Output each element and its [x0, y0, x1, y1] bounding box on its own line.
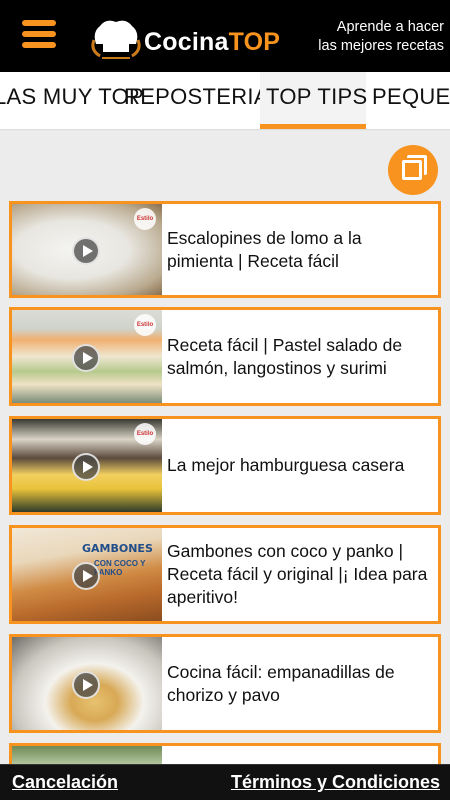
chef-hat-icon	[91, 20, 141, 59]
list-item[interactable]: Estilo La mejor hamburguesa casera	[9, 416, 441, 515]
recipe-title: Cocina fácil: empanadillas de chorizo y …	[167, 661, 395, 705]
play-icon	[72, 344, 100, 372]
recipe-title: Receta fácil | Pastel salado de salmón, …	[167, 334, 403, 378]
video-thumbnail	[12, 746, 162, 764]
play-icon	[72, 453, 100, 481]
play-icon	[72, 562, 100, 590]
thumbnail-overlay-subtitle: CON COCO Y PANKO	[94, 559, 146, 577]
cocinatop-logo: CocinaTOP	[88, 14, 298, 60]
thumbnail-overlay-title: GAMBONES	[82, 542, 153, 555]
list-item[interactable]: Estilo Escalopines de lomo a la pimienta…	[9, 201, 441, 298]
view-toggle-icon[interactable]	[388, 145, 438, 195]
tab-reposteria[interactable]: REPOSTERIA	[124, 72, 269, 129]
estilo-badge: Estilo	[134, 208, 156, 230]
video-thumbnail: GAMBONES CON COCO Y PANKO	[12, 528, 162, 621]
recipe-title: Escalopines de lomo a la pimienta | Rece…	[167, 227, 362, 271]
list-item[interactable]: Cocina fácil: empanadillas de chorizo y …	[9, 634, 441, 733]
list-item[interactable]: Estilo Receta fácil | Pastel salado de s…	[9, 307, 441, 406]
recipe-title: La mejor hamburguesa casera	[167, 455, 405, 475]
recipe-title: Gambones con coco y panko | Receta fácil…	[167, 541, 428, 607]
category-tabs: LAS MUY TOP REPOSTERIA TOP TIPS PEQUEÑOS	[0, 72, 450, 130]
logo-text: CocinaTOP	[144, 28, 281, 56]
video-thumbnail: Estilo	[12, 419, 162, 512]
tab-top-tips[interactable]: TOP TIPS	[260, 72, 367, 129]
app-header: CocinaTOP Aprende a hacer las mejores re…	[0, 0, 450, 72]
hamburger-menu-icon[interactable]	[22, 20, 56, 52]
list-item[interactable]	[9, 743, 441, 764]
list-item[interactable]: GAMBONES CON COCO Y PANKO Gambones con c…	[9, 525, 441, 624]
video-thumbnail	[12, 637, 162, 730]
video-thumbnail: Estilo	[12, 204, 162, 295]
recipe-list: Estilo Escalopines de lomo a la pimienta…	[0, 131, 450, 764]
terms-link[interactable]: Términos y Condiciones	[231, 772, 440, 793]
header-tagline: Aprende a hacer las mejores recetas	[318, 19, 444, 54]
play-icon	[72, 237, 100, 265]
cancelacion-link[interactable]: Cancelación	[12, 772, 118, 793]
estilo-badge: Estilo	[134, 423, 156, 445]
video-thumbnail: Estilo	[12, 310, 162, 403]
estilo-badge: Estilo	[134, 314, 156, 336]
tab-las-muy-top[interactable]: LAS MUY TOP	[0, 72, 144, 129]
app-footer: Cancelación Términos y Condiciones	[0, 764, 450, 800]
tab-pequenos[interactable]: PEQUEÑOS	[372, 72, 450, 129]
play-icon	[72, 671, 100, 699]
